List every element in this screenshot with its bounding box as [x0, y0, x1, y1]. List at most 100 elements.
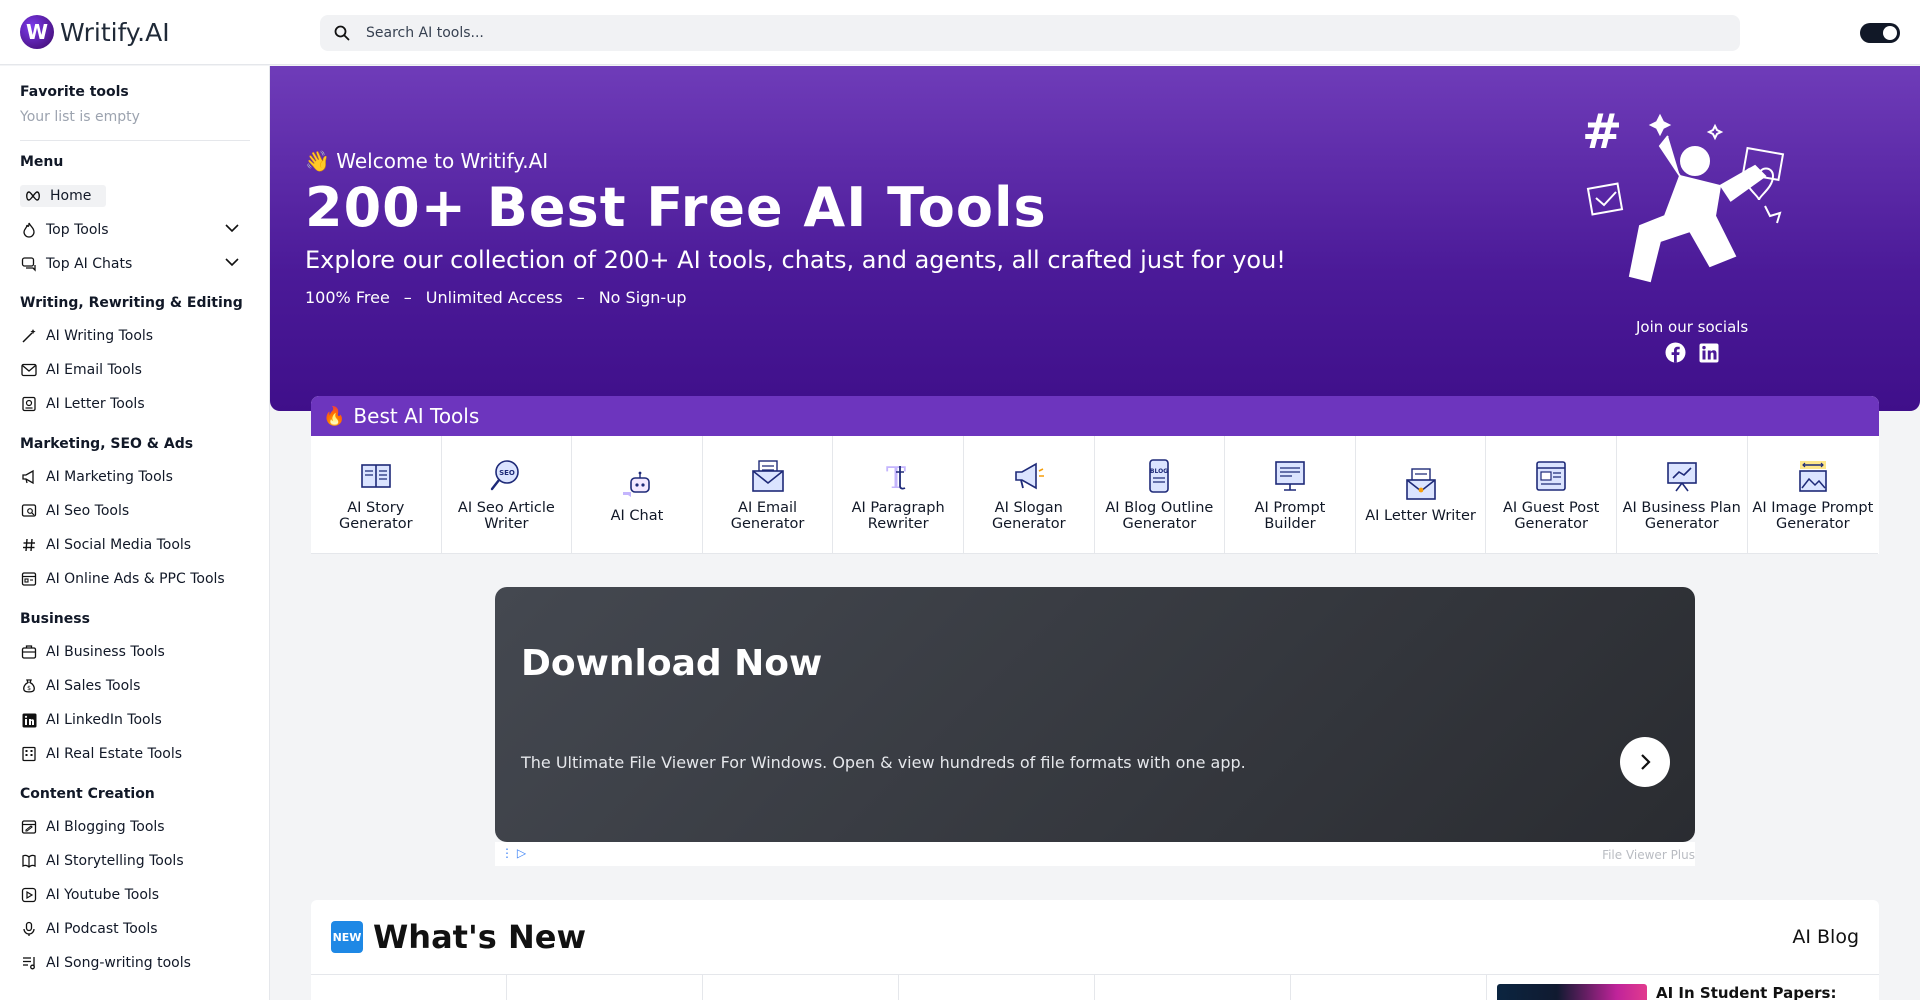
sidebar-item-ai-social-media-tools[interactable]: AI Social Media Tools — [20, 534, 250, 556]
whats-new-card[interactable] — [1291, 975, 1487, 1000]
book-icon — [360, 463, 391, 488]
sidebar-item-label: AI LinkedIn Tools — [46, 712, 162, 728]
tool-card-ai-chat[interactable]: AI Chat — [572, 436, 703, 554]
sidebar-item-label: AI Letter Tools — [46, 396, 145, 412]
sidebar-item-label: AI Sales Tools — [46, 678, 141, 694]
chat-icon — [20, 255, 38, 273]
section-title-writing: Writing, Rewriting & Editing — [20, 295, 243, 311]
tool-card-ai-paragraph-rewriter[interactable]: T AI Paragraph Rewriter — [833, 436, 964, 554]
sidebar-item-label: AI Seo Tools — [46, 503, 130, 519]
hero-welcome: 👋 Welcome to Writify.AI — [305, 149, 548, 173]
sidebar-item-ai-writing-tools[interactable]: AI Writing Tools — [20, 325, 250, 347]
tool-label: AI Story Generator — [338, 499, 413, 532]
sidebar-item-ai-letter-tools[interactable]: AI Letter Tools — [20, 393, 250, 415]
sidebar-divider — [20, 140, 250, 141]
tool-label: AI Slogan Generator — [991, 499, 1066, 532]
sidebar-item-ai-sales-tools[interactable]: $ AI Sales Tools — [20, 675, 250, 697]
whats-new-title: What's New — [373, 918, 586, 956]
tool-card-ai-image-prompt-generator[interactable]: AI Image Prompt Generator — [1747, 436, 1879, 554]
tool-card-ai-guest-post-generator[interactable]: AI Guest Post Generator — [1486, 436, 1617, 554]
whats-new-card[interactable] — [1095, 975, 1291, 1000]
sidebar-item-ai-seo-tools[interactable]: AI Seo Tools — [20, 500, 250, 522]
sidebar-item-label: AI Email Tools — [46, 362, 142, 378]
socials-links — [1665, 342, 1719, 363]
sidebar-item-ai-business-tools[interactable]: AI Business Tools — [20, 641, 250, 663]
tool-card-ai-prompt-builder[interactable]: AI Prompt Builder — [1225, 436, 1356, 554]
sidebar-item-label: AI Podcast Tools — [46, 921, 158, 937]
tool-label: AI Prompt Builder — [1254, 499, 1326, 532]
sidebar-item-label: AI Writing Tools — [46, 328, 154, 344]
hashtag-icon — [20, 536, 38, 554]
tool-card-ai-story-generator[interactable]: AI Story Generator — [311, 436, 442, 554]
hero-illustration: # — [1582, 106, 1785, 283]
sidebar-item-ai-online-ads[interactable]: AI Online Ads & PPC Tools — [20, 568, 250, 590]
ai-blog-link[interactable]: AI Blog — [1792, 926, 1859, 948]
sidebar-item-home[interactable]: Home — [20, 185, 106, 207]
blog-icon — [20, 818, 38, 836]
sidebar-item-ai-marketing-tools[interactable]: AI Marketing Tools — [20, 466, 250, 488]
hero-welcome-text: Welcome to Writify.AI — [336, 149, 549, 173]
tool-card-ai-blog-outline-generator[interactable]: BLOG AI Blog Outline Generator — [1094, 436, 1226, 554]
section-title-business: Business — [20, 611, 90, 627]
tag-separator: – — [403, 288, 412, 307]
tool-card-ai-slogan-generator[interactable]: AI Slogan Generator — [963, 436, 1095, 554]
theme-toggle[interactable] — [1860, 23, 1900, 43]
chevron-down-icon[interactable] — [224, 220, 240, 236]
svg-text:BLOG: BLOG — [1150, 468, 1168, 475]
sidebar-item-ai-email-tools[interactable]: AI Email Tools — [20, 359, 250, 381]
sidebar-item-ai-linkedin-tools[interactable]: AI LinkedIn Tools — [20, 709, 250, 731]
best-tools-header: 🔥 Best AI Tools — [311, 396, 1879, 436]
sidebar-item-label: Top Tools — [46, 222, 109, 238]
ad-choices-icon[interactable]: ⋮ ▷ — [501, 846, 526, 860]
hero-subtitle: Explore our collection of 200+ AI tools,… — [305, 246, 1286, 274]
ad-next-button[interactable] — [1620, 737, 1670, 787]
linkedin-icon[interactable] — [1698, 342, 1719, 363]
tag-separator: – — [576, 288, 585, 307]
blog-post-thumbnail[interactable] — [1497, 984, 1647, 1000]
facebook-icon[interactable] — [1665, 342, 1686, 363]
tag-free: 100% Free — [305, 288, 390, 307]
tool-card-ai-seo-article-writer[interactable]: SEO AI Seo Article Writer — [441, 436, 573, 554]
tool-card-ai-email-generator[interactable]: AI Email Generator — [702, 436, 834, 554]
money-bag-icon: $ — [20, 677, 38, 695]
briefcase-icon — [20, 643, 38, 661]
whats-new-card[interactable] — [507, 975, 703, 1000]
sidebar-item-label: AI Blogging Tools — [46, 819, 165, 835]
toggle-knob — [1883, 26, 1897, 40]
sidebar-item-label: AI Song-writing tools — [46, 955, 191, 971]
sidebar-item-top-ai-chats[interactable]: Top AI Chats — [20, 253, 250, 275]
sidebar-item-ai-song-writing-tools[interactable]: AI Song-writing tools — [20, 952, 250, 974]
letter-icon — [1405, 467, 1436, 500]
letter-icon — [20, 395, 38, 413]
seo-icon — [20, 502, 38, 520]
socials-label: Join our socials — [1636, 318, 1749, 336]
favorites-empty: Your list is empty — [20, 109, 140, 125]
sidebar-item-label: AI Social Media Tools — [46, 537, 192, 553]
ad-banner[interactable]: Download Now The Ultimate File Viewer Fo… — [495, 587, 1695, 842]
sidebar-item-label: AI Marketing Tools — [46, 469, 173, 485]
sidebar-item-ai-youtube-tools[interactable]: AI Youtube Tools — [20, 884, 250, 906]
sidebar-item-ai-real-estate-tools[interactable]: AI Real Estate Tools — [20, 743, 250, 765]
logo[interactable]: W Writify.AI — [20, 15, 170, 49]
tool-label: AI Image Prompt Generator — [1752, 499, 1874, 532]
chevron-down-icon[interactable] — [224, 254, 240, 270]
blog-post-title[interactable]: AI In Student Papers: — [1656, 984, 1836, 1000]
hero-tags: 100% Free – Unlimited Access – No Sign-u… — [305, 288, 687, 307]
whats-new-card[interactable] — [899, 975, 1095, 1000]
seo-magnifier-icon: SEO — [491, 459, 520, 490]
whats-new-card[interactable] — [311, 975, 507, 1000]
whats-new-card[interactable] — [703, 975, 899, 1000]
ad-advertiser[interactable]: File Viewer Plus — [1602, 848, 1695, 862]
sidebar-item-ai-blogging-tools[interactable]: AI Blogging Tools — [20, 816, 250, 838]
search-input[interactable] — [366, 25, 1666, 41]
sidebar-item-ai-podcast-tools[interactable]: AI Podcast Tools — [20, 918, 250, 940]
svg-text:SEO: SEO — [500, 469, 516, 477]
tool-card-ai-business-plan-generator[interactable]: AI Business Plan Generator — [1616, 436, 1748, 554]
tool-card-ai-letter-writer[interactable]: AI Letter Writer — [1355, 436, 1487, 554]
hero-title: 200+ Best Free AI Tools — [305, 176, 1047, 239]
tool-label: AI Letter Writer — [1365, 507, 1476, 524]
sidebar-item-top-tools[interactable]: Top Tools — [20, 219, 250, 241]
tool-label: AI Paragraph Rewriter — [851, 499, 945, 532]
search-bar[interactable] — [320, 15, 1740, 51]
sidebar-item-ai-storytelling-tools[interactable]: AI Storytelling Tools — [20, 850, 250, 872]
